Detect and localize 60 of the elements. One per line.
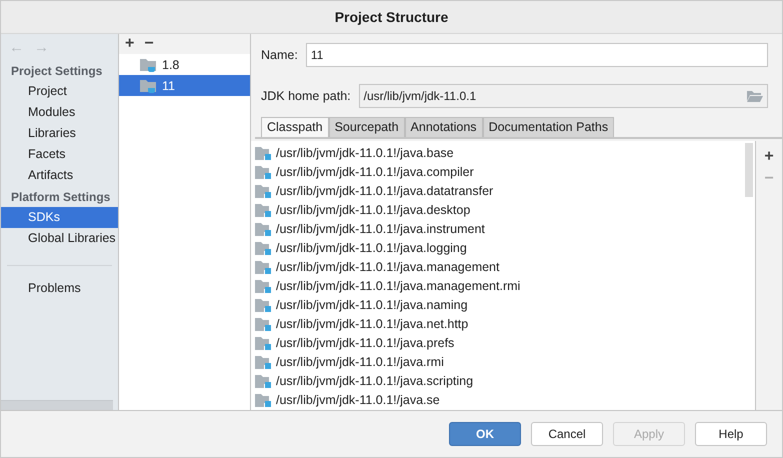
folder-icon <box>255 354 271 368</box>
classpath-item[interactable]: /usr/lib/jvm/jdk-11.0.1!/java.compiler <box>251 162 755 181</box>
tab[interactable]: Sourcepath <box>328 117 405 137</box>
classpath-item[interactable]: /usr/lib/jvm/jdk-11.0.1!/java.management.rmi <box>251 276 755 295</box>
window-title: Project Structure <box>334 9 448 25</box>
folder-icon <box>255 316 271 330</box>
sidebar-item[interactable]: Artifacts <box>1 165 118 186</box>
dialog-button[interactable]: Help <box>695 422 767 446</box>
classpath-item[interactable]: /usr/lib/jvm/jdk-11.0.1!/java.scripting <box>251 371 755 390</box>
section-header: Platform Settings <box>10 189 112 206</box>
folder-icon[interactable] <box>747 90 763 102</box>
classpath-item[interactable]: /usr/lib/jvm/jdk-11.0.1!/java.management <box>251 257 755 276</box>
classpath-item[interactable]: /usr/lib/jvm/jdk-11.0.1!/java.net.http <box>251 314 755 333</box>
scrollbar[interactable] <box>745 143 753 197</box>
add-button[interactable]: + <box>762 149 776 165</box>
add-button[interactable]: + <box>123 36 136 52</box>
sdk-item[interactable]: 11 <box>119 75 250 96</box>
sidebar-item[interactable]: SDKs <box>1 207 118 228</box>
section-header: Project Settings <box>10 63 104 80</box>
folder-icon <box>255 240 271 254</box>
classpath-item[interactable]: /usr/lib/jvm/jdk-11.0.1!/java.naming <box>251 295 755 314</box>
classpath-item[interactable]: /usr/lib/jvm/jdk-11.0.1!/java.base <box>251 143 755 162</box>
sidebar-item[interactable]: Project <box>1 81 118 102</box>
classpath-item[interactable]: /usr/lib/jvm/jdk-11.0.1!/java.desktop <box>251 200 755 219</box>
folder-icon <box>255 222 271 236</box>
tab[interactable]: Classpath <box>261 117 329 137</box>
dialog-button[interactable]: Cancel <box>531 422 603 446</box>
scrollbar[interactable] <box>1 400 113 410</box>
tab[interactable]: Documentation Paths <box>482 117 614 137</box>
folder-icon <box>255 336 271 350</box>
classpath-item[interactable]: /usr/lib/jvm/jdk-11.0.1!/java.prefs <box>251 333 755 352</box>
folder-icon <box>255 184 271 198</box>
classpath-item[interactable]: /usr/lib/jvm/jdk-11.0.1!/java.logging <box>251 238 755 257</box>
folder-icon <box>140 78 158 92</box>
folder-icon <box>140 58 158 72</box>
folder-icon <box>255 392 271 406</box>
folder-icon <box>255 202 271 216</box>
classpath-item[interactable]: /usr/lib/jvm/jdk-11.0.1!/java.rmi <box>251 352 755 371</box>
folder-icon <box>255 278 271 292</box>
tab[interactable]: Annotations <box>404 117 483 137</box>
dialog-button[interactable]: OK <box>449 422 521 446</box>
sidebar-item[interactable]: Libraries <box>1 123 118 144</box>
sidebar-item[interactable]: Problems <box>1 278 118 299</box>
sidebar-item[interactable]: Modules <box>1 102 118 123</box>
classpath-item[interactable]: /usr/lib/jvm/jdk-11.0.1!/java.se <box>251 390 755 409</box>
sidebar-item[interactable]: Global Libraries <box>1 228 118 249</box>
folder-icon <box>255 260 271 274</box>
folder-icon <box>255 164 271 178</box>
sdk-item[interactable]: 1.8 <box>119 54 250 75</box>
name-field[interactable]: 11 <box>306 43 768 67</box>
folder-icon <box>255 146 271 160</box>
field-label: JDK home path: <box>261 89 351 103</box>
field-label: Name: <box>261 48 298 62</box>
sidebar-item[interactable]: Facets <box>1 144 118 165</box>
remove-button[interactable]: − <box>142 36 156 52</box>
path-field[interactable]: /usr/lib/jvm/jdk-11.0.1 <box>358 84 768 108</box>
folder-icon <box>255 374 271 388</box>
folder-icon <box>255 298 271 312</box>
classpath-item[interactable]: /usr/lib/jvm/jdk-11.0.1!/java.datatransfer <box>251 181 755 200</box>
classpath-item[interactable]: /usr/lib/jvm/jdk-11.0.1!/java.instrument <box>251 219 755 238</box>
